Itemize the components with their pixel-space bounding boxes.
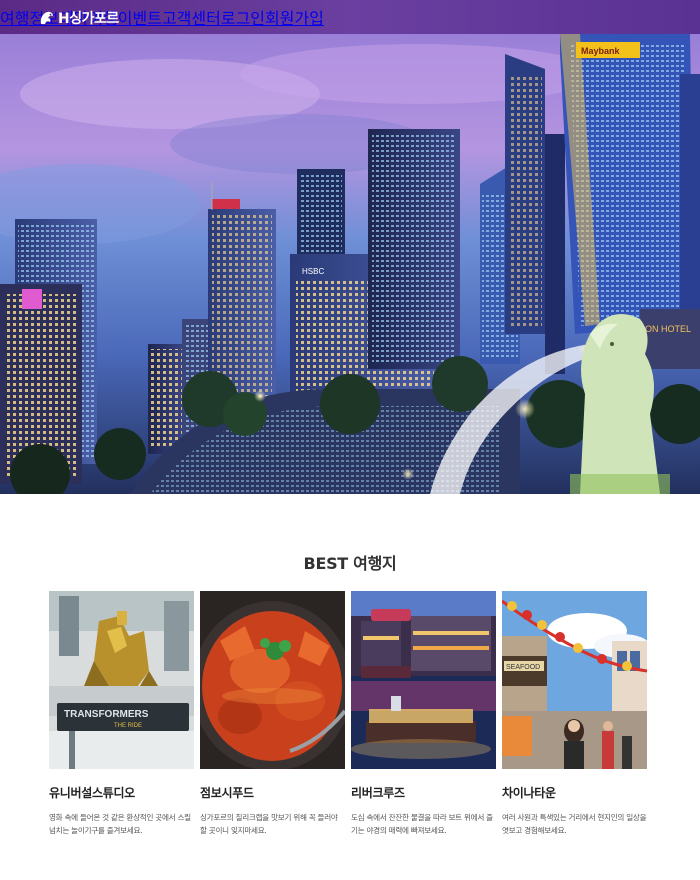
nav-item-customer-center[interactable]: 고객센터	[162, 5, 221, 29]
card-title[interactable]: 차이나타운	[502, 784, 647, 801]
destination-card-universal-studios[interactable]: TRANSFORMERS THE RIDE 유니버설스튜디오 영화 속에 들어온…	[49, 591, 194, 837]
chinatown-street-image: SEAFOOD	[502, 591, 647, 769]
jumbo-seafood-thumbnail[interactable]	[200, 591, 345, 769]
chinatown-thumbnail[interactable]: SEAFOOD	[502, 591, 647, 769]
river-cruise-thumbnail[interactable]	[351, 591, 496, 769]
site-logo[interactable]: H싱가포르	[38, 8, 119, 28]
hsbc-sign: HSBC	[302, 267, 324, 276]
card-title[interactable]: 리버크루즈	[351, 784, 496, 801]
destination-card-river-cruise[interactable]: 리버크루즈 도심 속에서 잔잔한 물결을 따라 보트 위에서 즐기는 야경의 매…	[351, 591, 496, 837]
hotel-sign: ON HOTEL	[645, 324, 691, 334]
river-cruise-image	[351, 591, 496, 769]
singapore-skyline-illustration: HSBC HSBC Maybank ON HOTEL	[0, 34, 700, 494]
card-description: 여러 사원과 특색있는 거리에서 현지인의 일상을 엿보고 경험해보세요.	[502, 813, 647, 835]
logo-text: H싱가포르	[58, 11, 119, 27]
destination-card-chinatown[interactable]: SEAFOOD 차이나타운 여러 사원과 특색있는 거리에서 현지인의 일상을 …	[502, 591, 647, 837]
chili-crab-image	[200, 591, 345, 769]
card-title[interactable]: 유니버설스튜디오	[49, 784, 194, 801]
destination-card-jumbo-seafood[interactable]: 점보시푸드 싱가포르의 칠리크랩을 맛보기 위해 꼭 들러야 할 곳이니 잊지마…	[200, 591, 345, 837]
login-link[interactable]: 로그인	[221, 5, 265, 29]
seafood-sign: SEAFOOD	[506, 664, 540, 671]
merlion-logo-icon	[40, 11, 53, 24]
universal-studios-thumbnail[interactable]: TRANSFORMERS THE RIDE	[49, 591, 194, 769]
hero-image: HSBC HSBC Maybank ON HOTEL	[0, 34, 700, 494]
card-description: 영화 속에 들어온 것 같은 환상적인 곳에서 스릴 넘치는 놀이기구를 즐겨보…	[49, 813, 191, 835]
nav-item-event[interactable]: 이벤트	[118, 5, 162, 29]
the-ride-sign: THE RIDE	[114, 723, 142, 729]
card-description: 싱가포르의 칠리크랩을 맛보기 위해 꼭 들러야 할 곳이니 잊지마세요.	[200, 813, 338, 835]
best-section-title: BEST 여행지	[303, 554, 397, 573]
transformers-sign: TRANSFORMERS	[64, 709, 149, 720]
site-header: H싱가포르 여행정보 테마여행 이벤트 고객센터 로그인 회원가입	[0, 0, 700, 34]
maybank-sign: Maybank	[581, 46, 621, 56]
card-description: 도심 속에서 잔잔한 물결을 따라 보트 위에서 즐기는 야경의 매력에 빠져보…	[351, 813, 493, 835]
signup-link[interactable]: 회원가입	[265, 5, 324, 29]
card-title[interactable]: 점보시푸드	[200, 784, 345, 801]
transformers-ride-image: TRANSFORMERS THE RIDE	[49, 591, 194, 769]
